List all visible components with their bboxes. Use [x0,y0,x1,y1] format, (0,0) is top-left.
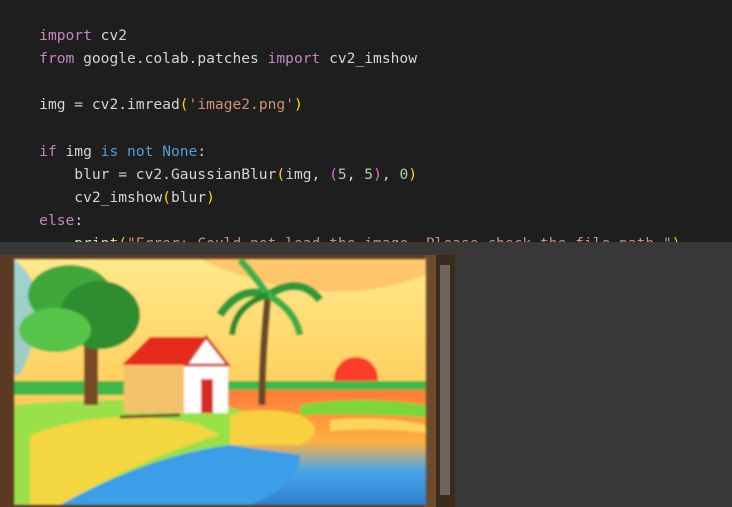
code-line-7: blur = cv2.GaussianBlur(img, (5, 5), 0) [4,140,417,183]
code-text: img = cv2.imread [39,96,180,113]
code-text: , [346,166,365,183]
code-line-8: cv2_imshow(blur) [4,163,215,206]
code-text: cv2_imshow [320,50,417,67]
keyword: from [39,50,75,67]
paren: ( [162,189,171,206]
code-cell[interactable]: import cv2 from google.colab.patches imp… [0,0,732,252]
string-literal: 'image2.png' [188,96,294,113]
paren: ) [408,166,418,183]
code-text: blur [170,189,207,206]
code-line-10: print("Error: Could not load the image. … [4,209,680,252]
paren: ) [206,189,215,206]
code-text: google.colab.patches [74,50,268,67]
code-line-9: else: [4,186,83,229]
number-literal: 5 [337,166,347,183]
output-area [0,242,732,507]
code-line-4: img = cv2.imread('image2.png') [4,70,303,113]
paren: ( [276,166,286,183]
code-line-6: if img is not None: [4,117,206,160]
code-line-2: from google.colab.patches import cv2_ims… [4,24,417,67]
paren: ) [293,96,303,113]
output-image [0,255,455,507]
paren: ( [179,96,189,113]
code-text: img, [285,166,330,183]
code-text: , [381,166,400,183]
keyword: import [267,50,321,67]
paren: ( [329,166,338,183]
paren: ) [373,166,382,183]
number-literal: 5 [364,166,374,183]
code-line-1: import cv2 [4,1,127,44]
number-literal: 0 [399,166,409,183]
